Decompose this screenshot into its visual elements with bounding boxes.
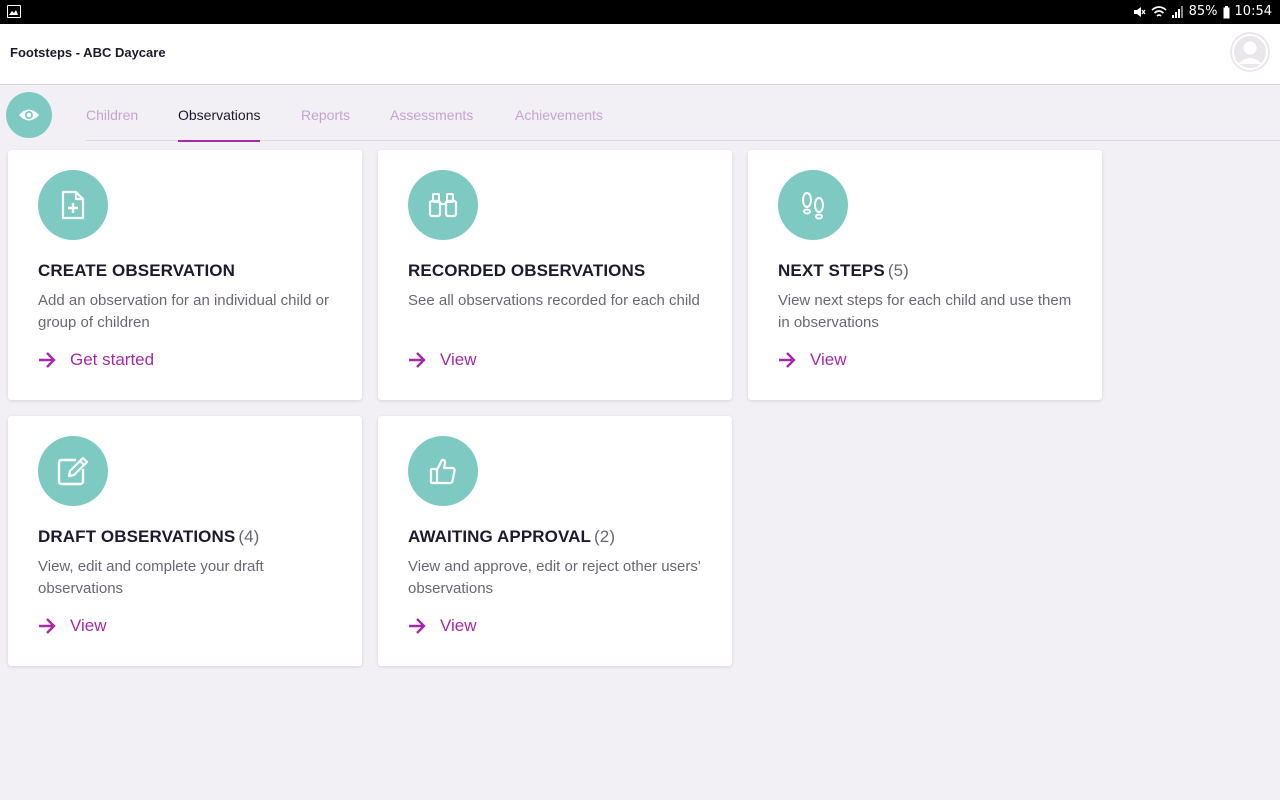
card-description: Add an observation for an individual chi… <box>38 292 330 331</box>
card-description: View and approve, edit or reject other u… <box>408 558 701 597</box>
binoculars-icon <box>428 193 458 218</box>
add-document-icon <box>61 190 85 220</box>
avatar[interactable] <box>1230 32 1270 72</box>
awaiting-approval-card[interactable]: AWAITING APPROVAL (2) View and approve, e… <box>378 416 732 666</box>
card-description: View next steps for each child and use t… <box>778 292 1072 331</box>
icon-circle <box>38 436 108 506</box>
tab-observations[interactable]: Observations <box>178 93 261 142</box>
clock: 10:54 <box>1234 4 1272 19</box>
icon-circle <box>408 170 478 240</box>
tab-assessments[interactable]: Assessments <box>390 93 473 141</box>
card-description: View, edit and complete your draft obser… <box>38 558 264 597</box>
status-bar: 85% 10:54 <box>0 0 1280 24</box>
tab-reports[interactable]: Reports <box>301 93 350 141</box>
arrow-right-icon <box>779 352 796 368</box>
tab-children[interactable]: Children <box>86 93 138 141</box>
gallery-notification-icon <box>7 5 21 18</box>
wifi-icon <box>1151 5 1167 17</box>
card-title: NEXT STEPS (5) <box>778 261 909 280</box>
view-link[interactable]: View <box>38 614 107 638</box>
tab-achievements[interactable]: Achievements <box>515 93 603 141</box>
icon-circle <box>38 170 108 240</box>
tab-bar: Children Observations Reports Assessment… <box>86 93 1280 142</box>
card-title: AWAITING APPROVAL (2) <box>408 527 616 546</box>
view-link[interactable]: View <box>408 348 477 372</box>
icon-circle <box>778 170 848 240</box>
card-title: CREATE OBSERVATION <box>38 261 236 280</box>
app-bar: Footsteps - ABC Daycare <box>0 24 1280 85</box>
icon-circle <box>408 436 478 506</box>
battery-icon <box>1223 5 1230 18</box>
view-link[interactable]: View <box>778 348 847 372</box>
card-title: DRAFT OBSERVATIONS (4) <box>38 527 260 546</box>
app-title: Footsteps - ABC Daycare <box>10 45 166 60</box>
arrow-right-icon <box>409 618 426 634</box>
footprints-icon <box>802 192 824 220</box>
mute-icon <box>1133 7 1146 17</box>
next-steps-card[interactable]: NEXT STEPS (5) View next steps for each c… <box>748 150 1102 400</box>
view-link[interactable]: View <box>408 614 477 638</box>
create-observation-card[interactable]: CREATE OBSERVATION Add an observation fo… <box>8 150 362 400</box>
user-icon <box>1232 34 1268 70</box>
eye-icon <box>19 109 39 121</box>
view-mode-button[interactable] <box>6 92 52 138</box>
arrow-right-icon <box>409 352 426 368</box>
arrow-right-icon <box>39 618 56 634</box>
arrow-right-icon <box>39 352 56 368</box>
recorded-observations-card[interactable]: RECORDED OBSERVATIONS See all observatio… <box>378 150 732 400</box>
status-indicators: 85% 10:54 <box>1132 4 1272 20</box>
edit-icon <box>57 456 89 486</box>
draft-observations-card[interactable]: DRAFT OBSERVATIONS (4) View, edit and com… <box>8 416 362 666</box>
signal-icon <box>1171 6 1183 18</box>
thumbs-up-icon <box>429 458 456 485</box>
card-title: RECORDED OBSERVATIONS <box>408 261 646 280</box>
battery-percent: 85% <box>1188 4 1218 19</box>
get-started-link[interactable]: Get started <box>38 348 154 372</box>
card-description: See all observations recorded for each c… <box>408 292 700 309</box>
